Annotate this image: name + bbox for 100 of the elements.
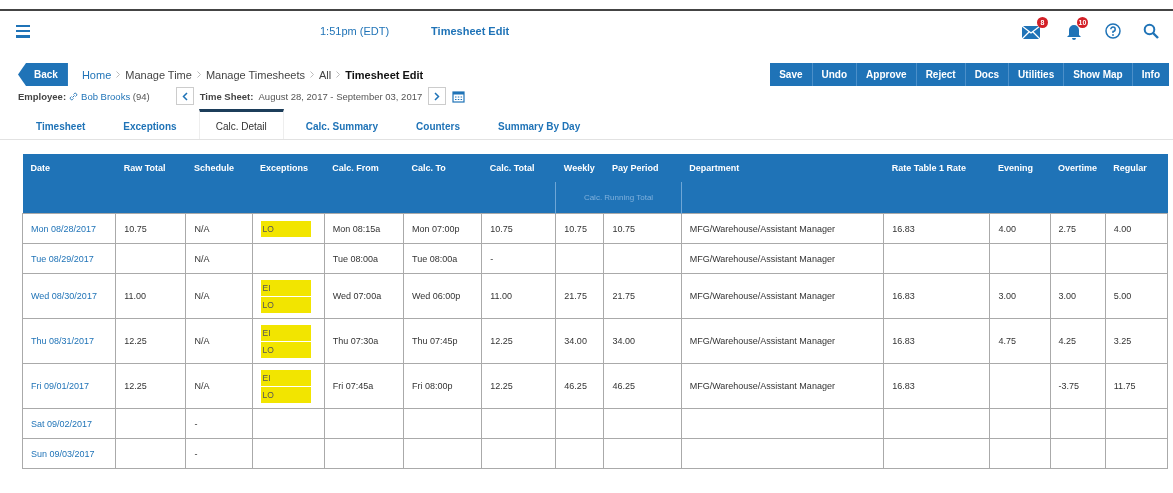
group-header: Calc. Running Total [555,182,682,214]
column-header: Raw Total [115,154,186,182]
chevron-icon [336,70,341,78]
table-cell: -3.75 [1050,363,1106,409]
column-header: Department [681,154,884,182]
table-cell: 16.83 [883,363,990,409]
table-cell: 4.75 [989,318,1051,364]
table-cell: 4.00 [1105,213,1168,244]
column-header: Date [22,154,116,182]
date-link[interactable]: Sun 09/03/2017 [22,438,116,469]
table-cell: 46.25 [604,363,682,409]
calendar-icon[interactable] [452,89,466,103]
exception-tag: LO [260,220,311,237]
table-cell: N/A [185,273,253,319]
table-cell: 10.75 [555,213,604,244]
tab[interactable]: Timesheet [20,109,102,139]
chevron-left-icon [181,91,188,101]
table-cell: 10.75 [604,213,682,244]
table-cell: 16.83 [883,273,990,319]
employee-link[interactable]: Bob Brooks [69,90,131,102]
breadcrumb-link[interactable]: Manage Time [125,68,192,81]
exception-tag: EI [260,369,311,386]
date-link[interactable]: Fri 09/01/2017 [22,363,116,409]
table-cell: 12.25 [115,318,186,364]
timesheet-range: August 28, 2017 - September 03, 2017 [257,90,423,102]
table-cell: 16.83 [883,318,990,364]
menu-icon[interactable] [16,24,30,38]
column-header: Schedule [185,154,253,182]
table-cell: Wed 06:00p [403,273,482,319]
exception-tag: LO [260,386,311,403]
table-cell: N/A [185,318,253,364]
column-header: Weekly [555,154,604,182]
exception-tag: EI [260,324,311,341]
table-cell: 4.00 [989,213,1051,244]
table-cell: Thu 07:45p [403,318,482,364]
tab[interactable]: Summary By Day [481,109,597,139]
table-cell: 12.25 [481,363,556,409]
table-cell: - [185,408,253,439]
date-link[interactable]: Tue 08/29/2017 [22,243,116,274]
date-link[interactable]: Wed 08/30/2017 [22,273,116,319]
tab[interactable]: Exceptions [107,109,193,139]
chevron-icon [309,70,314,78]
search-icon[interactable] [1143,23,1159,39]
table-cell: Fri 08:00p [403,363,482,409]
breadcrumb-link[interactable]: All [318,68,332,81]
table-cell: 16.83 [883,213,990,244]
employee-id: (94) [131,90,150,102]
table-cell: 21.75 [604,273,682,319]
clock-time: 1:51pm (EDT) [320,25,390,37]
table-cell: 3.00 [989,273,1051,319]
tab[interactable]: Calc. Detail [198,109,284,139]
table-cell: 10.75 [481,213,556,244]
exception-tag: LO [260,296,311,313]
table-cell: 21.75 [555,273,604,319]
table-cell: Tue 08:00a [403,243,482,274]
table-cell: 12.25 [115,363,186,409]
table-cell: 11.75 [1105,363,1168,409]
table-cell: Thu 07:30a [324,318,404,364]
link-icon [69,91,79,101]
table-cell: MFG/Warehouse/Assistant Manager [681,363,884,409]
date-link[interactable]: Thu 08/31/2017 [22,318,116,364]
table-cell: Wed 07:00a [324,273,404,319]
column-header: Calc. To [403,154,482,182]
table-cell: 3.00 [1050,273,1106,319]
column-header: Evening [989,154,1051,182]
date-link[interactable]: Mon 08/28/2017 [22,213,116,244]
next-button[interactable] [428,87,447,105]
table-cell: 5.00 [1105,273,1168,319]
column-header: Exceptions [252,154,325,182]
table-cell: - [185,438,253,469]
page-title: Timesheet Edit [431,25,510,37]
table-cell: 4.25 [1050,318,1106,364]
table-cell: 3.25 [1105,318,1168,364]
table-cell: N/A [185,243,253,274]
table-cell: 46.25 [555,363,604,409]
chevron-right-icon [434,91,441,101]
help-icon[interactable] [1105,23,1121,39]
tab[interactable]: Calc. Summary [289,109,395,139]
date-link[interactable]: Sat 09/02/2017 [22,408,116,439]
table-cell: MFG/Warehouse/Assistant Manager [681,243,884,274]
table-cell: N/A [185,213,253,244]
current-page-crumb: Timesheet Edit [345,68,424,81]
breadcrumb-link[interactable]: Home [81,68,112,81]
column-header: Calc. From [324,154,404,182]
timesheet-label: Time Sheet: [199,90,254,102]
table-cell: 2.75 [1050,213,1106,244]
table-cell: MFG/Warehouse/Assistant Manager [681,318,884,364]
table-cell: 11.00 [115,273,186,319]
column-header: Pay Period [604,154,682,182]
table-cell: Tue 08:00a [324,243,404,274]
breadcrumb-link[interactable]: Manage Timesheets [205,68,305,81]
tab[interactable]: Counters [400,109,476,139]
column-header: Calc. Total [481,154,556,182]
previous-button[interactable] [175,87,194,105]
table-cell: MFG/Warehouse/Assistant Manager [681,213,884,244]
back-button[interactable]: Back [18,63,68,86]
exception-tag: EI [260,279,311,296]
column-header: Regular [1105,154,1168,182]
column-header: Rate Table 1 Rate [883,154,990,182]
table-cell: Mon 08:15a [324,213,404,244]
